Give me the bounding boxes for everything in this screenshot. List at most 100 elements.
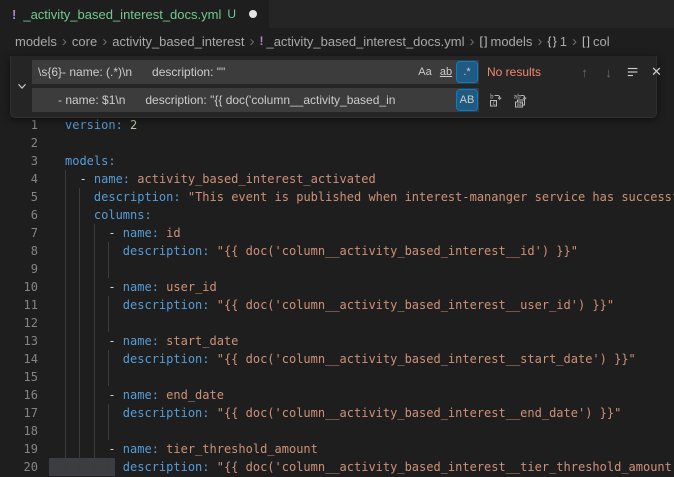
modified-dot-icon[interactable] (249, 10, 257, 18)
code-line-2[interactable]: 2 (0, 134, 674, 152)
breadcrumb-item-1[interactable]: { }1 (547, 34, 567, 49)
code-line-9[interactable]: 9 (0, 260, 674, 278)
replace-row: - name: $1\n description: "{{ doc('colum… (32, 88, 652, 112)
replace-input[interactable]: - name: $1\n description: "{{ doc('colum… (32, 88, 479, 112)
code-text: models: (65, 152, 116, 170)
git-status-badge: U (227, 7, 236, 21)
indent-guide (79, 368, 80, 386)
indent-guide (65, 368, 66, 386)
yaml-symbol-icon: ! (259, 34, 262, 48)
line-number: 13 (0, 332, 38, 350)
breadcrumb-item-models[interactable]: models (15, 34, 57, 49)
line-number: 4 (0, 170, 38, 188)
indent-guide (94, 368, 95, 386)
code-text: description: "{{ doc('column__activity_b… (65, 242, 578, 260)
whole-word-button[interactable]: ab (436, 62, 456, 82)
line-number: 7 (0, 224, 38, 242)
code-line-5[interactable]: 5 description: "This event is published … (0, 188, 674, 206)
breadcrumb: models › core › activity_based_interest › !_ac… (0, 28, 674, 54)
code-line-3[interactable]: 3 models: (0, 152, 674, 170)
indent-guide (108, 260, 109, 278)
chevron-right-icon: › (572, 34, 577, 49)
breadcrumb-label: activity_based_interest (112, 34, 244, 49)
code-line-12[interactable]: 12 (0, 314, 674, 332)
tab-filename: _activity_based_interest_docs.yml (23, 7, 221, 22)
code-text: description: "{{ doc('column__activity_b… (65, 404, 621, 422)
replace-button[interactable]: b c (485, 90, 506, 111)
tab-active-file[interactable]: ! _activity_based_interest_docs.yml U (0, 0, 269, 28)
breadcrumb-item-activity_based_interest[interactable]: activity_based_interest (112, 34, 244, 49)
toggle-replace-button[interactable] (11, 60, 32, 112)
code-line-18[interactable]: 18 (0, 422, 674, 440)
find-input[interactable]: \s{6}- name: (.*)\n description: "" Aa a… (32, 60, 479, 84)
line-number: 12 (0, 314, 38, 332)
svg-text:ab: ab (513, 94, 521, 101)
find-in-selection-button[interactable] (622, 62, 643, 83)
breadcrumb-item-col[interactable]: [ ]col (582, 34, 610, 49)
find-row: \s{6}- name: (.*)\n description: "" Aa a… (32, 60, 652, 84)
find-replace-widget: \s{6}- name: (.*)\n description: "" Aa a… (10, 56, 657, 118)
replace-all-icon: ab ab (512, 92, 528, 108)
indent-guide (108, 314, 109, 332)
line-number: 2 (0, 134, 38, 152)
replace-all-button[interactable]: ab ab (509, 90, 530, 111)
selection-lines-icon (626, 65, 640, 79)
indent-guide (94, 422, 95, 440)
preserve-case-button[interactable]: AB (457, 90, 477, 110)
chevron-right-icon: › (249, 34, 254, 49)
breadcrumb-label: col (593, 34, 610, 49)
chevron-right-icon: › (102, 34, 107, 49)
code-line-11[interactable]: 11 description: "{{ doc('column__activit… (0, 296, 674, 314)
indent-guide (65, 314, 66, 332)
next-match-button[interactable]: ↓ (598, 62, 619, 83)
code-line-20[interactable]: 20 description: "{{ doc('column__activit… (0, 458, 674, 476)
indent-guide (79, 260, 80, 278)
tab-bar: ! _activity_based_interest_docs.yml U (0, 0, 674, 28)
chevron-right-icon: › (62, 34, 67, 49)
object-symbol-icon: { } (547, 34, 555, 48)
code-line-6[interactable]: 6 columns: (0, 206, 674, 224)
line-number: 14 (0, 350, 38, 368)
indent-guide (108, 422, 109, 440)
code-line-7[interactable]: 7 - name: id (0, 224, 674, 242)
code-line-15[interactable]: 15 (0, 368, 674, 386)
breadcrumb-item-core[interactable]: core (72, 34, 97, 49)
line-number: 17 (0, 404, 38, 422)
array-symbol-icon: [ ] (479, 34, 486, 48)
replace-icon: b c (488, 92, 504, 108)
code-line-4[interactable]: 4 - name: activity_based_interest_activa… (0, 170, 674, 188)
line-number: 8 (0, 242, 38, 260)
regex-button[interactable]: .* (457, 62, 477, 82)
previous-match-button[interactable]: ↑ (574, 62, 595, 83)
code-line-19[interactable]: 19 - name: tier_threshold_amount (0, 440, 674, 458)
code-line-17[interactable]: 17 description: "{{ doc('column__activit… (0, 404, 674, 422)
line-number: 11 (0, 296, 38, 314)
breadcrumb-label: models (490, 34, 532, 49)
line-number: 3 (0, 152, 38, 170)
code-line-8[interactable]: 8 description: "{{ doc('column__activity… (0, 242, 674, 260)
code-text: - name: user_id (65, 278, 217, 296)
code-line-1[interactable]: 1version: 2 (0, 116, 674, 134)
indent-guide (65, 260, 66, 278)
breadcrumb-item-models[interactable]: [ ] models (479, 34, 532, 49)
replace-value-text: - name: $1\n description: "{{ doc('colum… (38, 93, 456, 107)
breadcrumb-label: models (15, 34, 57, 49)
code-line-10[interactable]: 10 - name: user_id (0, 278, 674, 296)
breadcrumb-item-_activity_based_interest_docs.yml[interactable]: !_activity_based_interest_docs.yml (259, 34, 464, 49)
code-line-16[interactable]: 16 - name: end_date (0, 386, 674, 404)
line-number: 16 (0, 386, 38, 404)
find-results-status: No results (487, 65, 571, 79)
chevron-right-icon: › (537, 34, 542, 49)
find-query-text: \s{6}- name: (.*)\n description: "" (38, 65, 414, 79)
match-case-button[interactable]: Aa (415, 62, 435, 82)
code-line-14[interactable]: 14 description: "{{ doc('column__activit… (0, 350, 674, 368)
code-text: description: "{{ doc('column__activity_b… (65, 350, 636, 368)
code-area: 1version: 223 models:4 - name: activity_b… (0, 116, 674, 476)
close-find-widget-button[interactable]: ✕ (646, 62, 667, 83)
code-line-13[interactable]: 13 - name: start_date (0, 332, 674, 350)
editor[interactable]: \s{6}- name: (.*)\n description: "" Aa a… (0, 54, 674, 477)
indent-guide (79, 314, 80, 332)
chevron-right-icon: › (469, 34, 474, 49)
svg-text:c: c (492, 100, 496, 107)
breadcrumb-label: core (72, 34, 97, 49)
